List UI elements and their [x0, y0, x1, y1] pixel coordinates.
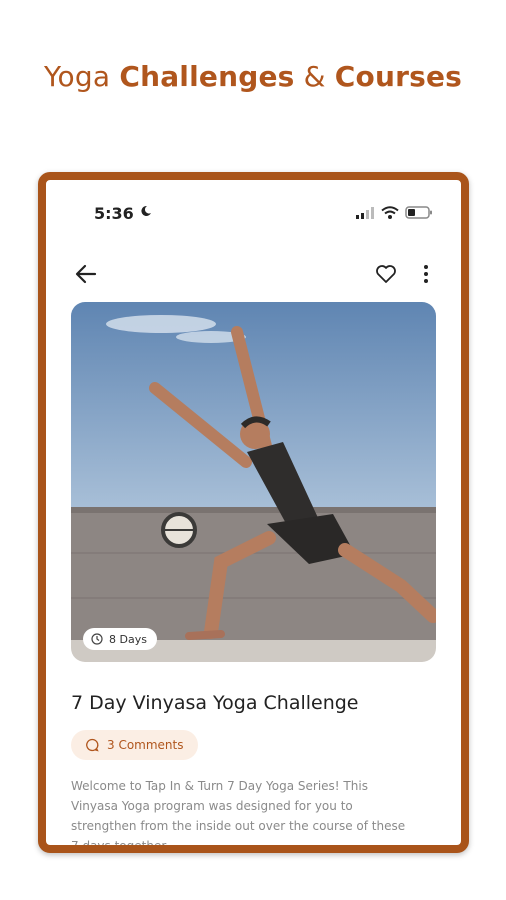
heart-icon[interactable] — [375, 264, 397, 284]
status-bar: 5:36 — [46, 180, 461, 240]
duration-label: 8 Days — [109, 632, 147, 646]
phone-frame: 5:36 8 Days 7 Day Vinyasa Yoga Challenge… — [38, 172, 469, 853]
battery-icon — [405, 206, 432, 219]
course-title: 7 Day Vinyasa Yoga Challenge — [71, 692, 359, 714]
headline-part-1: Yoga — [43, 60, 120, 93]
wifi-icon — [381, 206, 399, 219]
headline-part-4: Courses — [334, 60, 463, 93]
back-arrow-icon[interactable] — [74, 262, 98, 286]
more-vertical-icon[interactable] — [423, 264, 429, 284]
moon-icon — [141, 205, 151, 216]
course-description: Welcome to Tap In & Turn 7 Day Yoga Seri… — [71, 779, 406, 853]
duration-badge: 8 Days — [83, 628, 157, 650]
headline-part-3: & — [294, 60, 335, 93]
signal-icon — [356, 206, 374, 219]
status-icons — [355, 206, 433, 219]
status-time: 5:36 — [94, 204, 134, 223]
headline-part-2: Challenges — [119, 60, 295, 93]
course-hero-image[interactable]: 8 Days — [71, 302, 436, 662]
comments-button[interactable]: 3 Comments — [71, 730, 198, 760]
app-bar — [46, 258, 461, 298]
comments-label: 3 Comments — [107, 738, 184, 752]
clock-icon — [91, 633, 103, 645]
page-headline: Yoga Challenges & Courses — [0, 60, 506, 93]
comment-icon — [86, 738, 99, 752]
